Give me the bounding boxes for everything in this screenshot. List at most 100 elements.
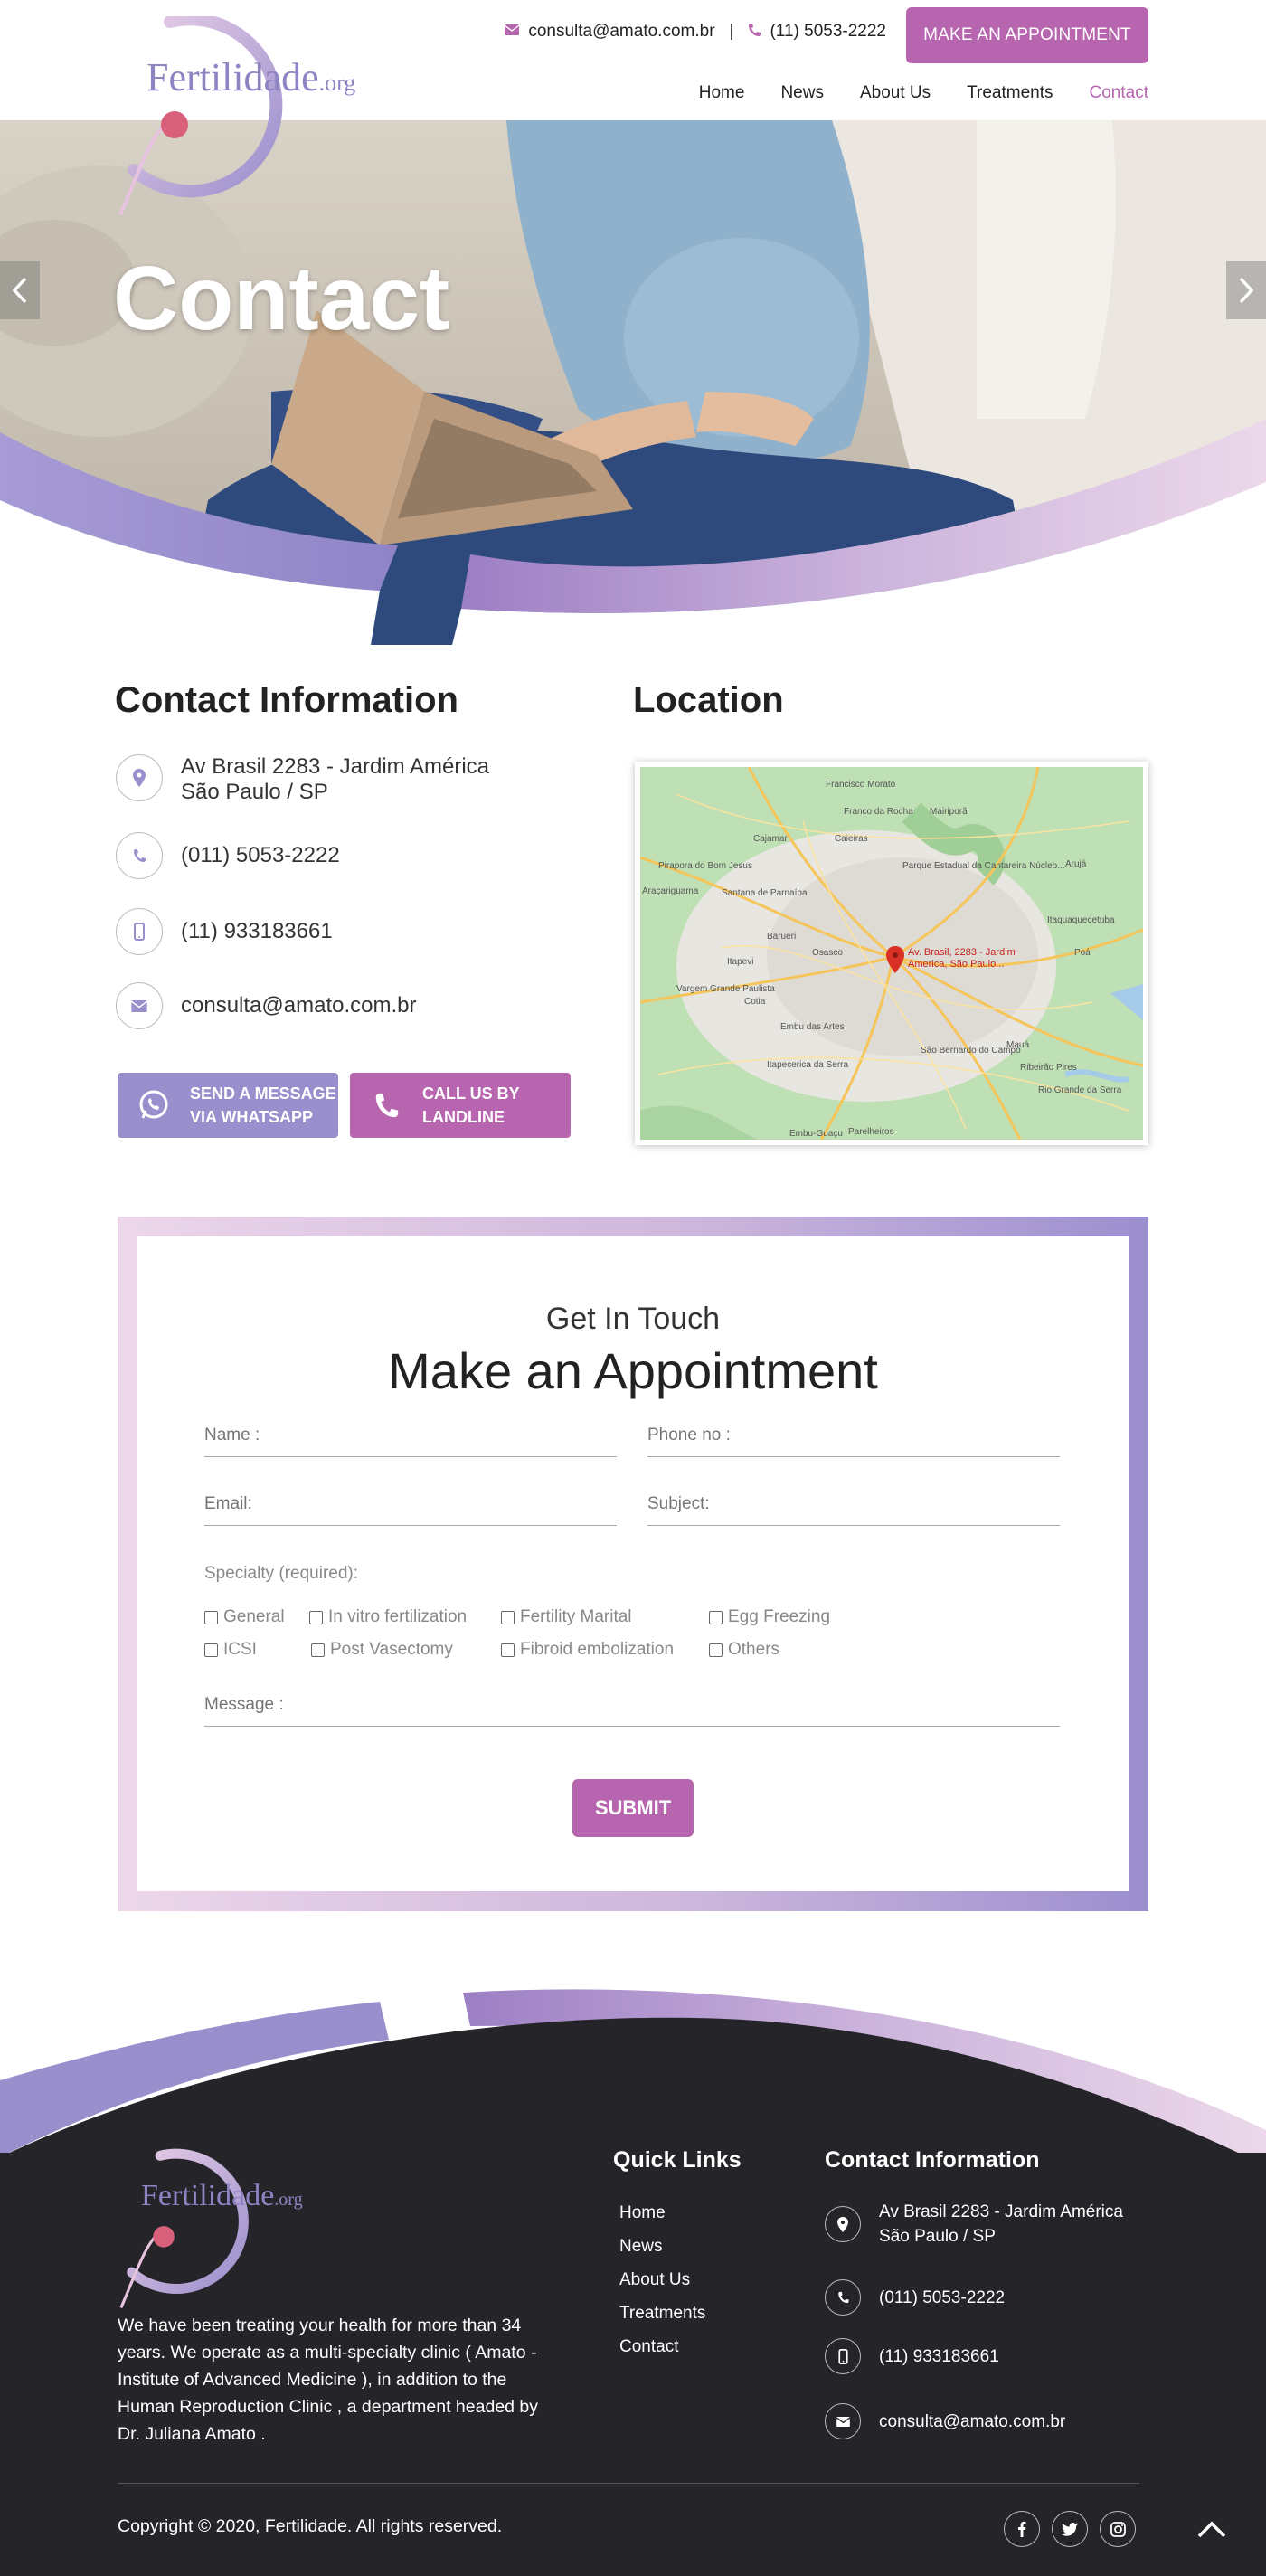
subject-input[interactable] [647,1482,1060,1525]
hero-prev-arrow[interactable] [0,261,40,319]
contact-address: Av Brasil 2283 - Jardim América São Paul… [116,754,489,805]
checkbox-icon[interactable] [311,1643,325,1657]
map-label: Itapecerica da Serra [767,1060,848,1070]
make-appointment-button[interactable]: MAKE AN APPOINTMENT [906,7,1148,63]
header-phone-link[interactable]: (11) 5053-2222 [770,22,886,42]
email-field[interactable] [204,1482,617,1526]
specialty-checkbox-ivf[interactable]: In vitro fertilization [309,1607,467,1627]
checkbox-icon[interactable] [204,1643,218,1657]
footer-email-text: consulta@amato.com.br [879,2411,1066,2431]
phone-input[interactable] [647,1414,1060,1456]
footer-wave [0,1989,1266,2166]
quick-links-title: Quick Links [613,2147,742,2173]
map-marker-label-line2: America, São Paulo... [908,959,1004,970]
footer-link-home[interactable]: Home [619,2203,666,2223]
nav-news[interactable]: News [780,83,824,103]
checkbox-label: Others [728,1640,780,1659]
map-label: Rio Grande da Serra [1038,1085,1122,1095]
map-pin-icon [825,2206,861,2242]
subject-field[interactable] [647,1482,1060,1526]
footer-address-line2: São Paulo / SP [879,2227,996,2246]
message-input[interactable] [204,1683,1060,1726]
header-separator: | [729,22,734,41]
map-label: Itapevi [727,957,753,967]
contact-address-line2: São Paulo / SP [181,780,328,804]
scroll-to-top-button[interactable] [1194,2511,1230,2547]
checkbox-label: In vitro fertilization [328,1607,468,1626]
message-field[interactable] [204,1683,1060,1727]
whatsapp-icon [136,1087,172,1123]
checkbox-icon[interactable] [709,1610,723,1624]
contact-phone[interactable]: (011) 5053-2222 [116,832,340,879]
footer-email[interactable]: consulta@amato.com.br [825,2403,1065,2439]
footer-logo[interactable]: Fertilidade.org [118,2148,316,2311]
contact-email-text: consulta@amato.com.br [181,993,417,1018]
footer-link-contact[interactable]: Contact [619,2337,678,2357]
instagram-link[interactable] [1100,2511,1136,2547]
checkbox-label: Fertility Marital [520,1607,632,1626]
footer-link-news[interactable]: News [619,2237,663,2257]
copyright-text: Copyright © 2020, Fertilidade. All right… [118,2516,503,2536]
map-label: Vargem Grande Paulista [676,984,775,994]
contact-mobile[interactable]: (11) 933183661 [116,908,333,955]
specialty-checkbox-fertility-marital[interactable]: Fertility Marital [501,1607,632,1627]
footer-phone[interactable]: (011) 5053-2222 [825,2279,1005,2316]
envelope-icon [825,2403,861,2439]
contact-mobile-text: (11) 933183661 [181,919,333,943]
hero-next-arrow[interactable] [1226,261,1266,319]
facebook-link[interactable] [1004,2511,1040,2547]
name-input[interactable] [204,1414,617,1456]
submit-button[interactable]: SUBMIT [572,1779,694,1837]
main-nav: Home News About Us Treatments Contact [699,83,1148,103]
map-label: Embu das Artes [780,1022,845,1032]
footer-about-text: We have been treating your health for mo… [118,2316,539,2444]
checkbox-icon[interactable] [204,1610,218,1624]
contact-email[interactable]: consulta@amato.com.br [116,982,416,1029]
specialty-checkbox-egg-freezing[interactable]: Egg Freezing [709,1607,830,1627]
nav-treatments[interactable]: Treatments [967,83,1053,103]
checkbox-icon[interactable] [501,1643,515,1657]
call-landline-button[interactable]: CALL US BY LANDLINE [350,1073,571,1138]
whatsapp-button[interactable]: SEND A MESSAGE VIA WHATSAPP [118,1073,338,1138]
instagram-icon [1110,2521,1126,2537]
location-map[interactable]: Francisco Morato Franco da Rocha Mairipo… [635,762,1148,1145]
footer-link-treatments[interactable]: Treatments [619,2304,705,2324]
map-label: Caieiras [835,834,868,844]
specialty-checkbox-general[interactable]: General [204,1607,285,1627]
map-label: Araçariguama [642,886,699,896]
chevron-up-icon [1197,2521,1226,2538]
nav-home[interactable]: Home [699,83,745,103]
map-label: Cajamar [753,834,788,844]
contact-info-title: Contact Information [115,680,458,720]
phone-icon [116,832,163,879]
map-label: Mairiporã [930,807,968,817]
specialty-checkbox-post-vasectomy[interactable]: Post Vasectomy [311,1640,453,1660]
page-title: Contact [113,248,450,349]
footer-link-about-us[interactable]: About Us [619,2270,690,2290]
map-label: Poá [1074,948,1091,958]
nav-about-us[interactable]: About Us [860,83,931,103]
map-label: Embu-Guaçu [789,1129,843,1139]
footer-mobile[interactable]: (11) 933183661 [825,2338,999,2374]
map-label: Itaquaquecetuba [1047,915,1115,925]
site-logo[interactable]: Fertilidade.org [116,13,369,216]
checkbox-label: Fibroid embolization [520,1640,675,1659]
specialty-checkbox-others[interactable]: Others [709,1640,779,1660]
twitter-link[interactable] [1052,2511,1088,2547]
name-field[interactable] [204,1414,617,1457]
specialty-checkbox-icsi[interactable]: ICSI [204,1640,257,1660]
envelope-icon [116,982,163,1029]
phone-field[interactable] [647,1414,1060,1457]
checkbox-icon[interactable] [309,1610,323,1624]
map-label: Cotia [744,997,766,1007]
header-email-link[interactable]: consulta@amato.com.br [528,22,714,42]
checkbox-icon[interactable] [501,1610,515,1624]
nav-contact[interactable]: Contact [1090,83,1148,103]
specialty-checkbox-fibroid-embolization[interactable]: Fibroid embolization [501,1640,674,1660]
checkbox-icon[interactable] [709,1643,723,1657]
map-label: Parelheiros [848,1127,894,1137]
form-title: Make an Appointment [388,1342,878,1399]
footer-divider [118,2483,1139,2484]
email-input[interactable] [204,1482,617,1525]
specialty-label: Specialty (required): [204,1564,359,1583]
